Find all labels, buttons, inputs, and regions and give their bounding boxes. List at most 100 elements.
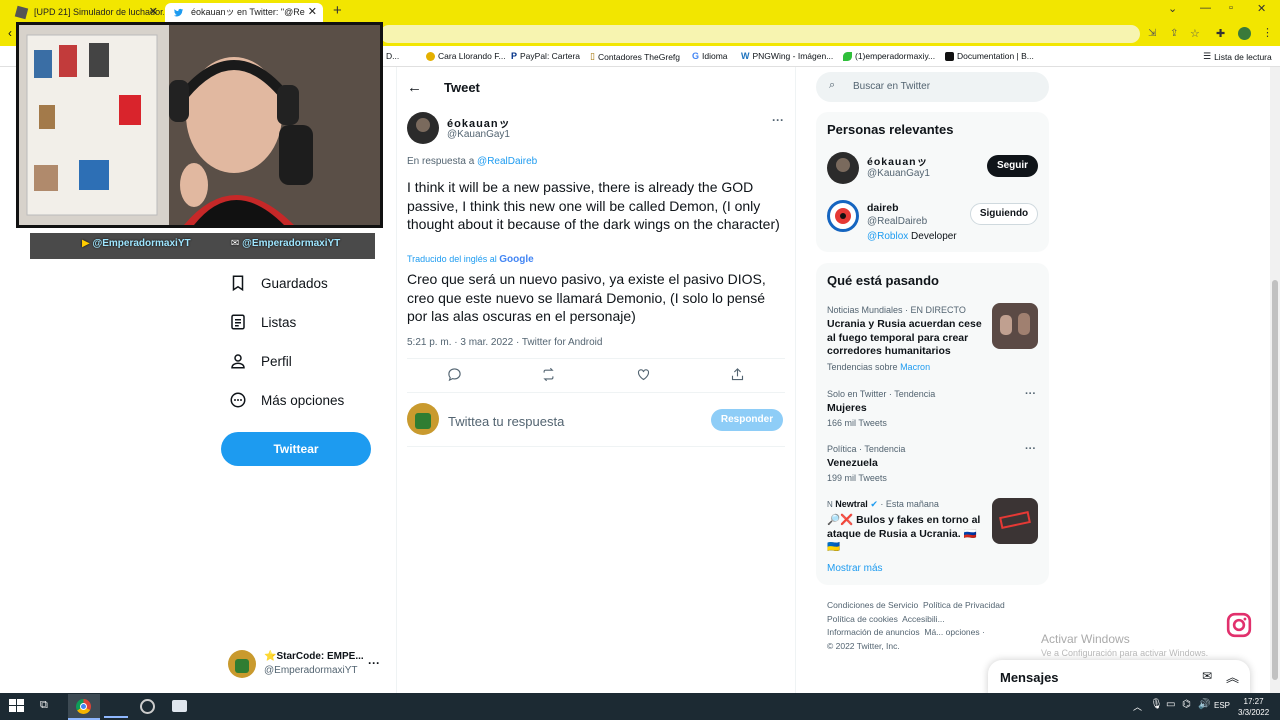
reply-input[interactable]: Twittea tu respuesta [448,414,564,429]
search-input[interactable]: Buscar en Twitter [853,81,930,92]
new-message-icon[interactable]: ✉ [1202,669,1212,683]
footer-link[interactable]: Má... opciones · [924,627,984,637]
divider [407,358,785,359]
like-heart-icon[interactable] [636,367,651,382]
address-bar[interactable] [380,25,1140,43]
trend-item[interactable]: Noticias Mundiales · EN DIRECTO Ucrania … [827,305,982,372]
bookmark-item[interactable]: D... [386,51,399,61]
bookmark-item[interactable]: (1)emperadormaxiy... [843,51,935,61]
author-handle[interactable]: @KauanGay1 [447,129,510,140]
page-title: Tweet [444,80,480,95]
retweet-icon[interactable] [541,367,556,382]
more-circle-icon [230,392,246,408]
pngwing-icon: W [741,51,750,61]
reading-list[interactable]: ☰ Lista de lectura [1203,51,1272,62]
microphone-icon[interactable]: 🎙 [1150,699,1163,710]
back-arrow-icon[interactable]: ‹ [8,26,12,40]
relevant-people-title: Personas relevantes [827,122,954,137]
collapse-chevron-icon[interactable]: ︽ [1226,667,1239,686]
trend-more-icon[interactable]: ··· [1025,443,1036,455]
close-tab-icon[interactable]: ✕ [149,3,158,22]
tweet-more-icon[interactable]: ··· [772,113,784,127]
share-icon[interactable]: ⇪ [1170,28,1178,39]
search-box[interactable]: ⌕ Buscar en Twitter [816,72,1049,102]
nav-item-perfil[interactable]: Perfil [229,346,292,376]
roblox-favicon-icon [14,5,29,20]
footer-link[interactable]: Condiciones de Servicio [827,600,918,610]
bookmark-item[interactable]: W PNGWing - Imágen... [741,51,833,61]
extensions-icon[interactable]: ✚ [1216,27,1225,40]
tab-search-icon[interactable]: ⌄ [1168,2,1177,15]
person-icon [231,354,245,369]
footer-link[interactable]: Política de Privacidad [923,600,1005,610]
network-icon[interactable]: ⌬ [1182,699,1191,710]
nav-item-listas[interactable]: Listas [229,307,296,337]
reply-to-link[interactable]: @RealDaireb [477,156,537,167]
scrollbar-thumb[interactable] [1272,280,1278,680]
documentation-icon [945,51,954,61]
person-handle[interactable]: @RealDaireb [867,216,927,227]
minimize-button[interactable]: — [1200,2,1211,14]
bookmark-item[interactable]: G Idioma [692,51,728,61]
tray-chevron-icon[interactable]: ︿ [1133,700,1142,713]
person-handle[interactable]: @KauanGay1 [867,168,930,179]
reply-icon[interactable] [447,367,462,382]
trend-item[interactable]: Solo en Twitter · Tendencia Mujeres 166 … [827,389,1027,428]
browser-tab-twitter[interactable]: éokauanッ en Twitter: "@Re ✕ [165,3,323,22]
back-arrow-icon[interactable]: ← [407,79,422,96]
close-tab-icon[interactable]: ✕ [308,3,317,22]
trend-more-icon[interactable]: ··· [1025,388,1036,400]
new-tab-button[interactable]: + [333,2,342,19]
app-taskbar-icon[interactable] [172,700,187,712]
following-button[interactable]: Siguiendo [970,203,1038,225]
tab-title: [UPD 21] Simulador de luchador... [34,7,164,17]
profile-avatar[interactable] [1238,27,1251,40]
footer-link[interactable]: Política de cookies [827,614,898,624]
bookmark-item[interactable]: ▯ Contadores TheGrefg [590,51,680,62]
reply-context: En respuesta a @RealDaireb [407,156,538,167]
battery-icon[interactable]: ▭ [1166,699,1175,710]
person-name[interactable]: daireb [867,202,899,214]
obs-taskbar-icon[interactable] [140,699,155,714]
bookmark-item[interactable]: Cara Llorando F... [426,51,506,61]
volume-icon[interactable]: 🔊 [1198,699,1210,710]
account-avatar [228,650,256,678]
account-name: ⭐StarCode: EMPE... [264,651,364,662]
star-icon[interactable]: ☆ [1190,27,1200,40]
footer-link[interactable]: Información de anuncios [827,627,920,637]
trend-item[interactable]: Política · Tendencia Venezuela 199 mil T… [827,444,1027,483]
bookmark-item[interactable]: Documentation | B... [945,51,1034,61]
share-icon[interactable] [730,367,745,382]
more-dots-icon[interactable]: ··· [368,656,380,670]
divider [407,446,785,447]
messages-drawer[interactable]: Mensajes ✉ ︽ [988,660,1250,696]
person-name[interactable]: éokauanッ [867,154,928,169]
footer-link[interactable]: Accesibili... [902,614,945,624]
nav-item-guardados[interactable]: Guardados [229,268,328,298]
show-more-link[interactable]: Mostrar más [827,563,883,574]
windows-start-icon[interactable] [9,699,25,713]
language-indicator[interactable]: ESP [1214,701,1230,710]
clock[interactable]: 17:27 3/3/2022 [1238,696,1269,718]
browser-tab-simulator[interactable]: [UPD 21] Simulador de luchador... ✕ [8,3,164,22]
maximize-button[interactable]: ▫ [1229,2,1233,14]
account-switcher[interactable]: ⭐StarCode: EMPE... @EmperadormaxiYT ··· [228,650,388,680]
activation-watermark-title: Activar Windows [1041,632,1130,646]
chrome-taskbar-button[interactable] [68,694,100,720]
reply-button[interactable]: Responder [711,409,783,431]
tweet-compose-button[interactable]: Twittear [221,432,371,466]
person-avatar[interactable] [827,200,859,232]
person-avatar[interactable] [827,152,859,184]
trend-item[interactable]: N Newtral ✔ · Esta mañana 🔎❌ Bulos y fak… [827,499,987,555]
author-avatar[interactable] [407,112,439,144]
bio-link[interactable]: @Roblox [867,231,908,242]
follow-button[interactable]: Seguir [987,155,1038,177]
google-icon: G [692,51,700,61]
bookmark-item[interactable]: P PayPal: Cartera [511,51,580,61]
task-view-icon[interactable]: ⧉ [40,699,48,712]
menu-icon[interactable]: ⋮ [1262,26,1273,39]
install-icon[interactable]: ⇲ [1148,28,1156,39]
webcam-overlay [16,22,383,228]
nav-item-mas-opciones[interactable]: Más opciones [229,385,344,415]
close-window-button[interactable]: ✕ [1257,2,1266,15]
